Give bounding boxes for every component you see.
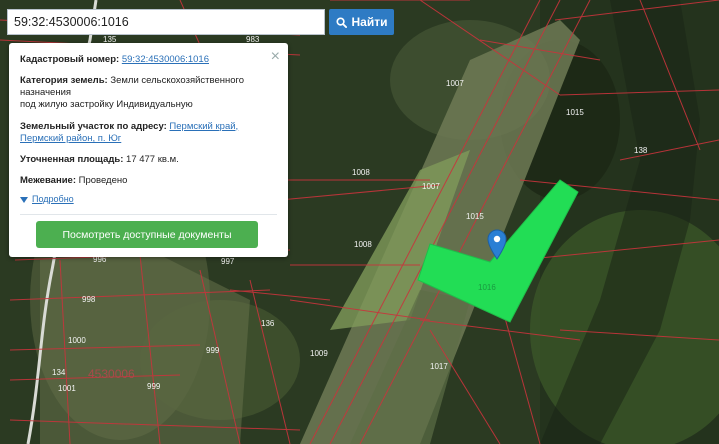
address-link-cont[interactable]: Пермский район, п. Юг (20, 133, 121, 144)
cadastral-number-row: Кадастровый номер: 59:32:4530006:1016 (20, 54, 277, 66)
parcel-label: 136 (261, 319, 275, 328)
area-value: 17 477 кв.м. (126, 153, 179, 165)
parcel-label: 999 (206, 346, 220, 355)
land-category-label: Категория земель: (20, 75, 108, 87)
search-input[interactable] (7, 9, 325, 35)
triangle-down-icon (20, 197, 28, 203)
search-button[interactable]: Найти (329, 9, 394, 35)
survey-value: Проведено (78, 175, 128, 187)
area-row: Уточненная площадь: 17 477 кв.м. (20, 154, 277, 166)
survey-row: Межевание: Проведено (20, 175, 277, 187)
parcel-label: 1015 (466, 212, 484, 221)
parcel-label: 1016 (478, 283, 496, 292)
details-toggle[interactable]: Подробно (20, 194, 277, 206)
search-button-label: Найти (351, 15, 388, 29)
parcel-label: 998 (82, 295, 96, 304)
cadastral-number-link[interactable]: 59:32:4530006:1016 (122, 54, 209, 65)
parcel-label: 999 (147, 382, 161, 391)
parcel-info-panel: × Кадастровый номер: 59:32:4530006:1016 … (9, 43, 288, 257)
parcel-label: 997 (221, 257, 235, 266)
magnifier-icon (335, 16, 347, 28)
divider (20, 213, 277, 215)
survey-label: Межевание: (20, 175, 76, 187)
parcel-label: 138 (634, 146, 648, 155)
view-documents-button[interactable]: Посмотреть доступные документы (36, 221, 258, 248)
parcel-label: 1008 (352, 168, 370, 177)
address-label: Земельный участок по адресу: (20, 120, 167, 132)
cadastral-number-label: Кадастровый номер: (20, 54, 120, 65)
area-label: Уточненная площадь: (20, 153, 124, 165)
close-icon[interactable]: × (271, 47, 280, 67)
parcel-label: 1007 (422, 182, 440, 191)
permitted-use-value: под жилую застройку Индивидуальную (20, 99, 193, 111)
quarter-label: 4530006 (88, 367, 135, 381)
address-link[interactable]: Пермский край, (169, 121, 238, 132)
parcel-label: 1009 (310, 349, 328, 358)
parcel-label: 1007 (446, 79, 464, 88)
address-row: Земельный участок по адресу: Пермский кр… (20, 121, 277, 145)
parcel-label: 1008 (354, 240, 372, 249)
parcel-label: 1001 (58, 384, 76, 393)
land-category-value: Земли сельскохозяйственного (110, 75, 245, 87)
land-category-row: Категория земель: Земли сельскохозяйстве… (20, 75, 277, 111)
parcel-label: 134 (52, 368, 66, 377)
details-link[interactable]: Подробно (32, 194, 74, 206)
parcel-label: 1000 (68, 336, 86, 345)
parcel-label: 1017 (430, 362, 448, 371)
land-category-value-cont: назначения (20, 87, 72, 99)
parcel-label: 1015 (566, 108, 584, 117)
